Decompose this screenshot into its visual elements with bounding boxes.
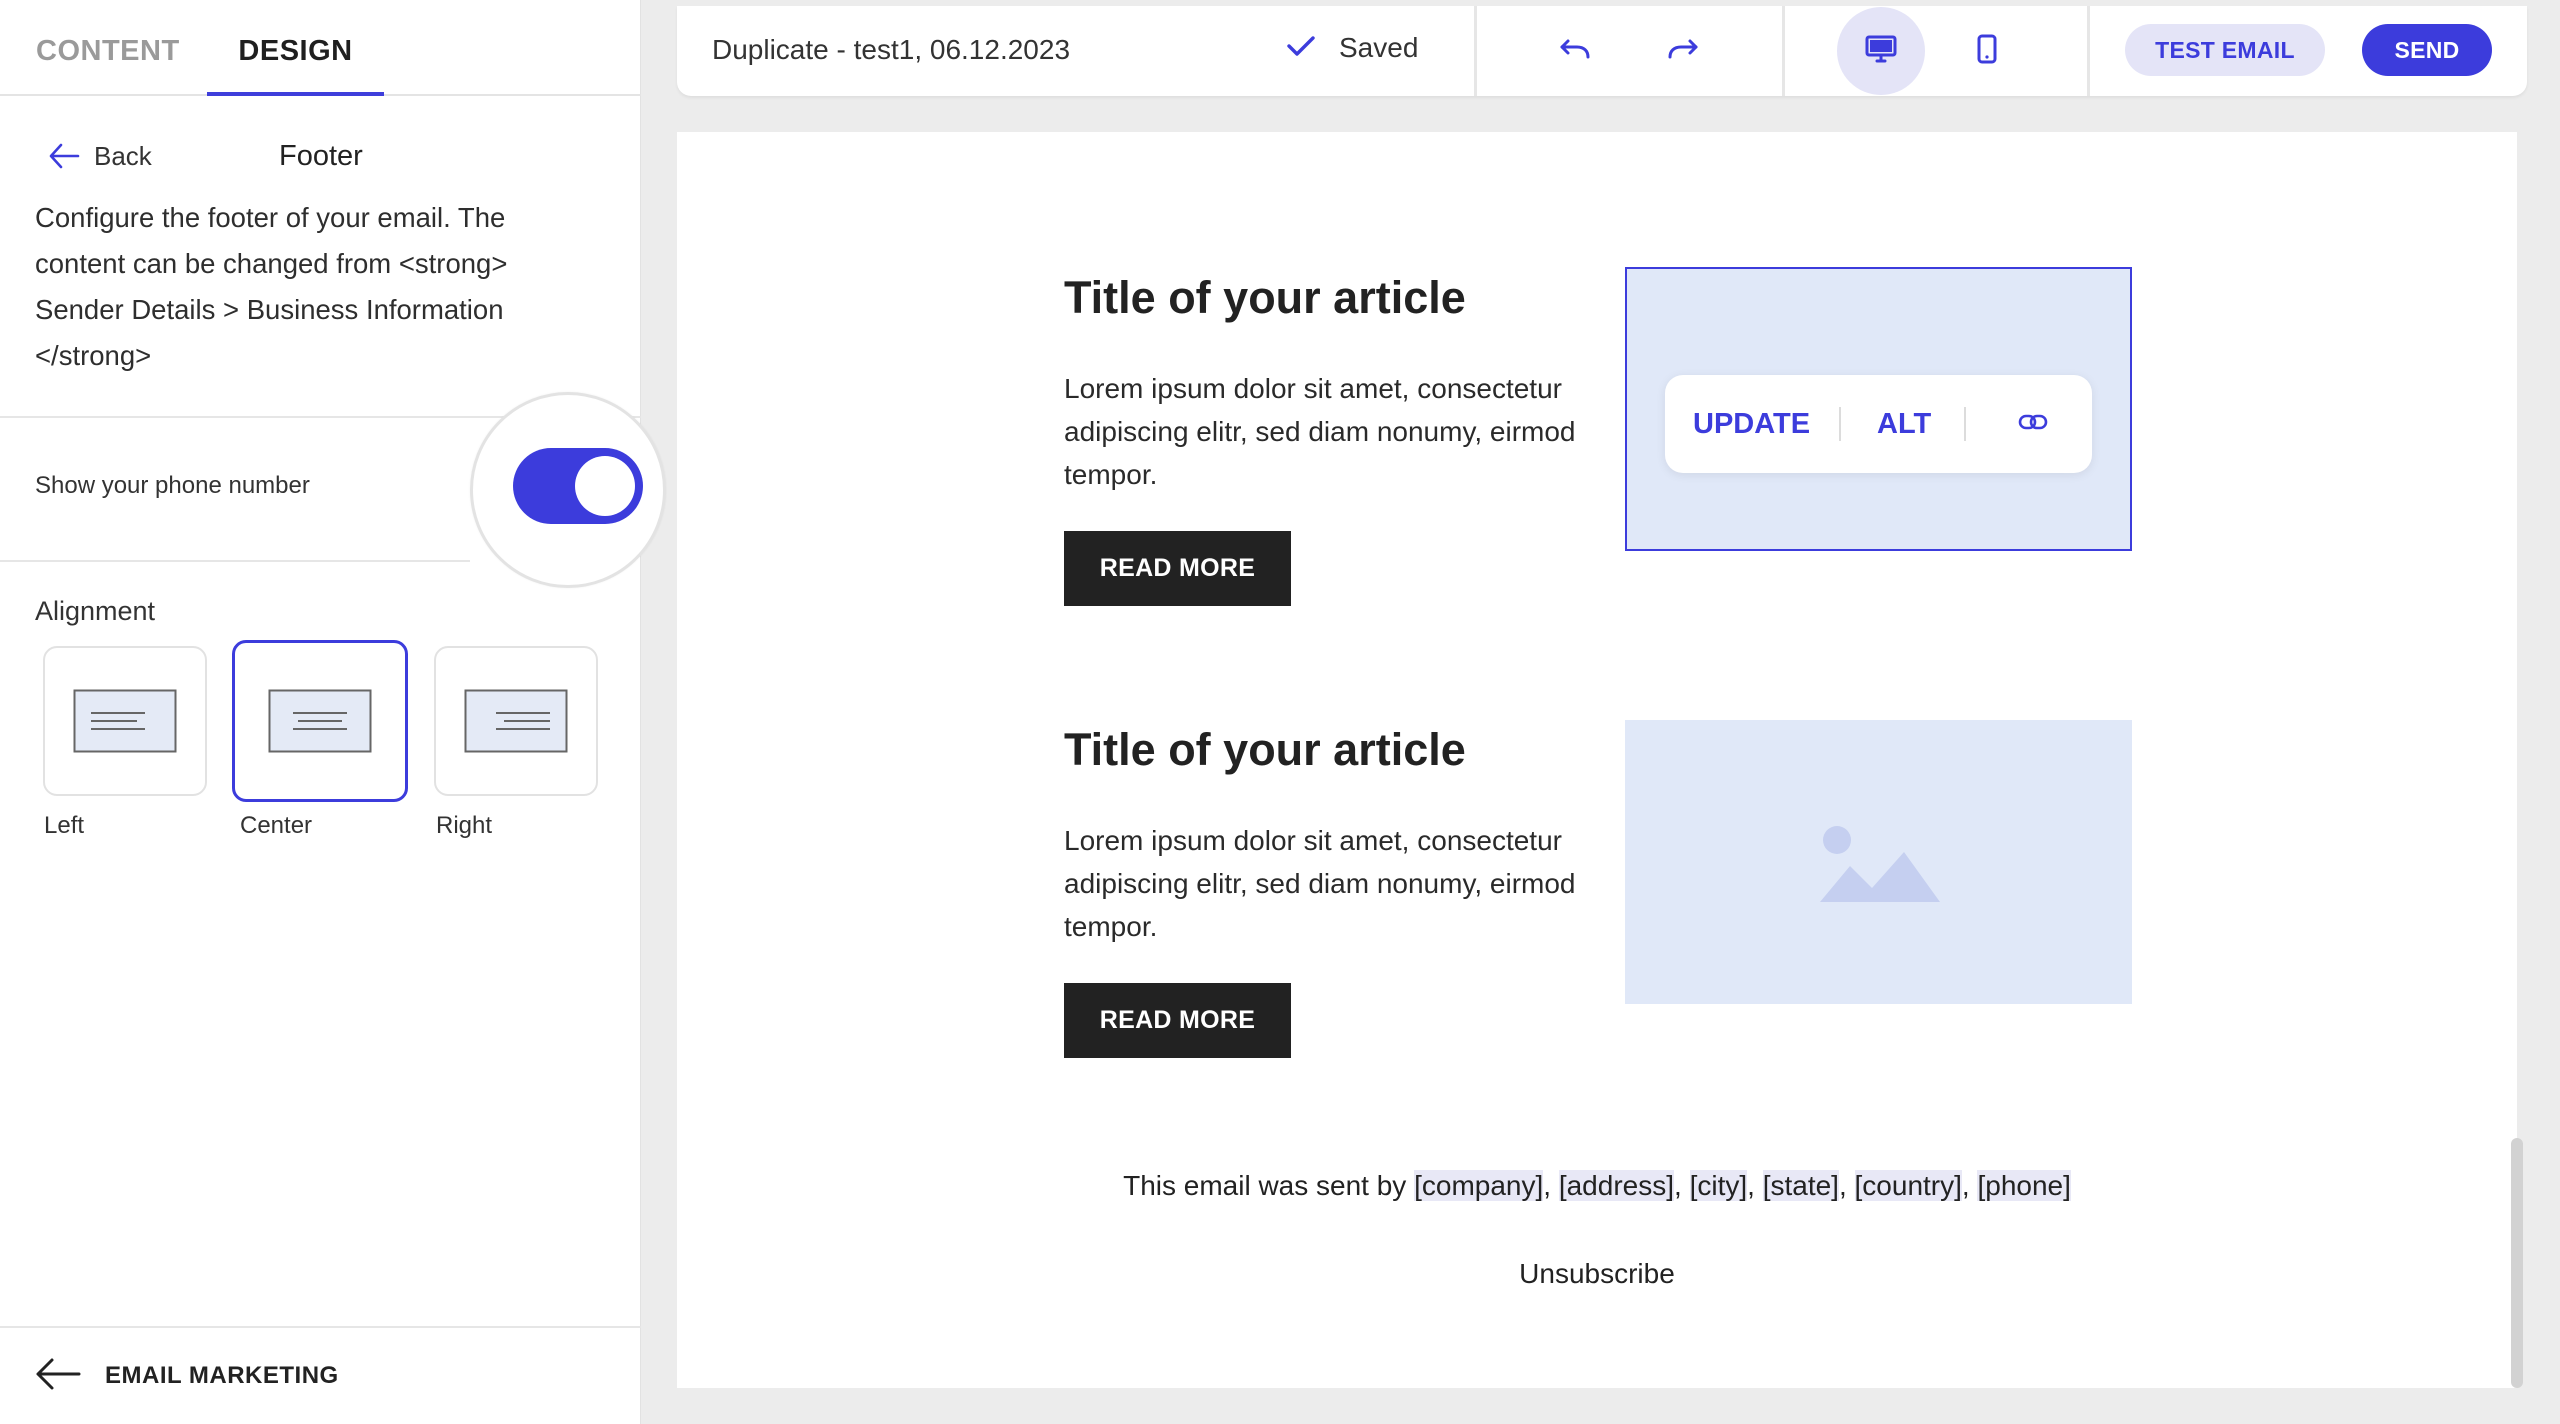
image-toolbar: UPDATE ALT xyxy=(1665,375,2092,473)
alignment-heading: Alignment xyxy=(35,596,156,626)
align-right-option[interactable] xyxy=(434,646,598,796)
link-icon xyxy=(2018,414,2048,435)
address-placeholder: [address] xyxy=(1558,1170,1674,1201)
toolbar-separator xyxy=(1964,407,1966,441)
align-right-label: Right xyxy=(436,812,493,839)
footer-prefix: This email was sent by xyxy=(1123,1170,1415,1201)
mobile-preview-button[interactable] xyxy=(1943,7,2031,95)
align-left-label: Left xyxy=(44,812,85,839)
phone-placeholder: [phone] xyxy=(1977,1170,2071,1201)
article-image[interactable] xyxy=(1625,720,2132,1004)
phone-number-toggle[interactable] xyxy=(513,448,643,524)
align-left-option[interactable] xyxy=(43,646,207,796)
redo-button[interactable] xyxy=(1639,7,1727,95)
toolbar-separator xyxy=(1474,6,1477,96)
toggle-knob xyxy=(575,456,635,516)
email-footer-text[interactable]: This email was sent by [company], [addre… xyxy=(677,1170,2517,1202)
back-label: Back xyxy=(94,140,152,171)
state-placeholder: [state] xyxy=(1762,1170,1839,1201)
read-more-button[interactable]: READ MORE xyxy=(1064,531,1291,606)
unsubscribe-link[interactable]: Unsubscribe xyxy=(677,1258,2517,1290)
align-center-label: Center xyxy=(240,812,313,839)
footer-separator: , xyxy=(1838,1170,1855,1201)
active-tab-indicator xyxy=(207,92,384,96)
toolbar-separator xyxy=(2087,6,2090,96)
sidebar-tabs: CONTENT DESIGN xyxy=(0,0,641,96)
tab-content[interactable]: CONTENT xyxy=(36,0,180,96)
arrow-left-icon xyxy=(48,143,80,169)
align-center-icon xyxy=(268,689,372,753)
align-center-option[interactable] xyxy=(232,640,408,802)
company-placeholder: [company] xyxy=(1414,1170,1544,1201)
footer-description: Configure the footer of your email. The … xyxy=(35,202,508,371)
city-placeholder: [city] xyxy=(1689,1170,1748,1201)
align-left-icon xyxy=(73,689,177,753)
desktop-preview-button[interactable] xyxy=(1837,7,1925,95)
footer-separator: , xyxy=(1674,1170,1690,1201)
read-more-button[interactable]: READ MORE xyxy=(1064,983,1291,1058)
document-title[interactable]: Duplicate - test1, 06.12.2023 xyxy=(712,34,1070,66)
footer-separator: , xyxy=(1747,1170,1763,1201)
editor-toolbar: Duplicate - test1, 06.12.2023 Saved TEST… xyxy=(677,6,2527,96)
align-right-icon xyxy=(464,689,568,753)
article-title[interactable]: Title of your article xyxy=(1064,272,1466,324)
save-status-text: Saved xyxy=(1339,32,1419,63)
alt-text-button[interactable]: ALT xyxy=(1877,375,1931,473)
article-title[interactable]: Title of your article xyxy=(1064,724,1466,776)
footer-separator: , xyxy=(1961,1170,1978,1201)
panel-title: Footer xyxy=(279,140,363,172)
article-body[interactable]: Lorem ipsum dolor sit amet, consectetur … xyxy=(1064,819,1604,948)
test-email-button[interactable]: TEST EMAIL xyxy=(2125,24,2325,76)
toolbar-separator xyxy=(1839,407,1841,441)
send-button[interactable]: SEND xyxy=(2362,24,2492,76)
country-placeholder: [country] xyxy=(1854,1170,1962,1201)
email-marketing-back-link[interactable]: EMAIL MARKETING xyxy=(35,1352,339,1400)
toolbar-separator xyxy=(1782,6,1785,96)
back-button[interactable]: Back xyxy=(48,136,152,176)
mobile-icon xyxy=(1977,34,1997,69)
undo-icon xyxy=(1559,38,1591,65)
undo-button[interactable] xyxy=(1531,7,1619,95)
link-button[interactable] xyxy=(2013,404,2053,444)
footer-separator: , xyxy=(1543,1170,1559,1201)
email-marketing-label: EMAIL MARKETING xyxy=(105,1362,339,1389)
tab-design[interactable]: DESIGN xyxy=(207,0,384,96)
save-status: Saved xyxy=(1287,32,1418,64)
checkmark-icon xyxy=(1287,35,1315,62)
sidebar: CONTENT DESIGN Back Footer Configure the… xyxy=(0,0,666,1424)
divider xyxy=(0,560,470,562)
article-body[interactable]: Lorem ipsum dolor sit amet, consectetur … xyxy=(1064,367,1604,496)
image-placeholder-icon xyxy=(1820,826,1940,902)
update-image-button[interactable]: UPDATE xyxy=(1693,375,1810,473)
arrow-left-icon xyxy=(35,1357,81,1396)
phone-toggle-label: Show your phone number xyxy=(35,472,310,499)
redo-icon xyxy=(1667,38,1699,65)
desktop-icon xyxy=(1865,35,1897,68)
